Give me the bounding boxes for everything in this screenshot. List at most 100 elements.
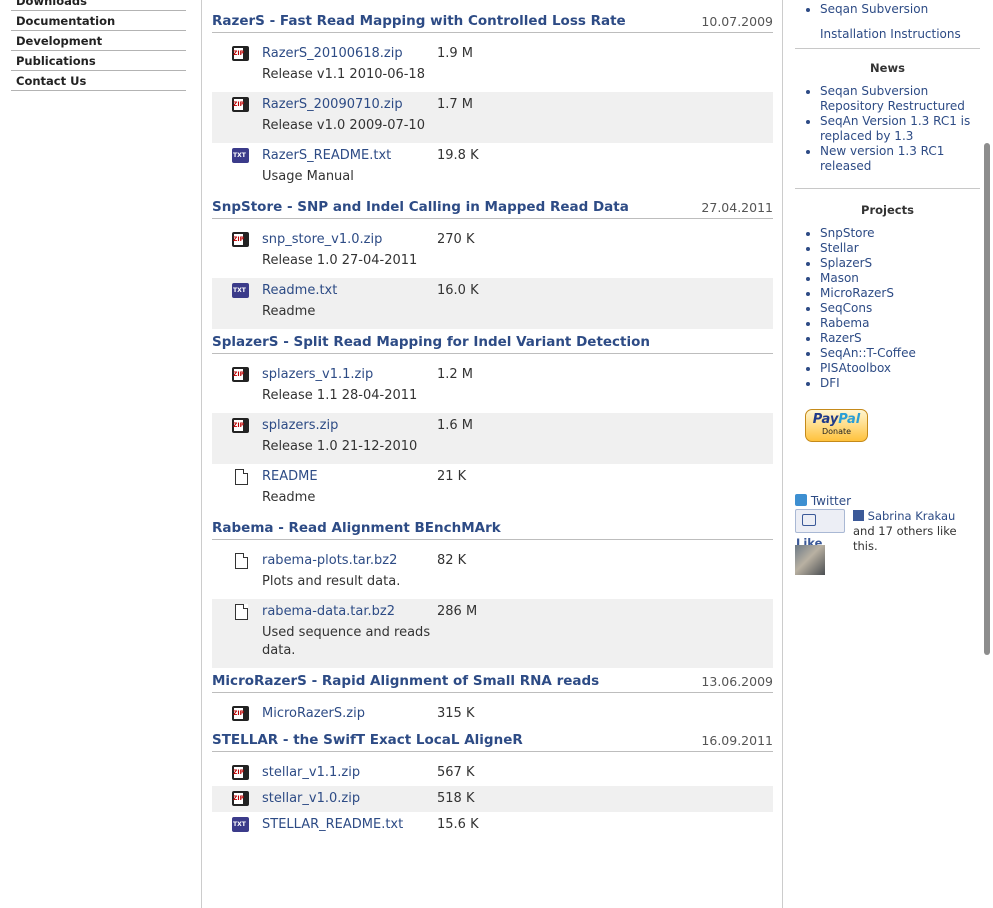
- file-download-link[interactable]: RazerS_20100618.zip: [262, 46, 403, 61]
- project-link-link[interactable]: SnpStore: [820, 226, 875, 240]
- project-link-4[interactable]: MicroRazerS: [820, 286, 980, 301]
- project-title[interactable]: MicroRazerS - Rapid Alignment of Small R…: [212, 673, 599, 689]
- file-size: 315 K: [437, 706, 475, 721]
- project-title[interactable]: SplazerS - Split Read Mapping for Indel …: [212, 334, 650, 350]
- file-size: 1.2 M: [437, 367, 474, 382]
- project-link-link[interactable]: DFI: [820, 376, 840, 390]
- sidebar-divider: [795, 48, 980, 49]
- like-button[interactable]: Like: [795, 509, 845, 550]
- project-link-link[interactable]: SplazerS: [820, 256, 872, 270]
- friend-avatar[interactable]: [795, 545, 825, 575]
- paypal-logo: PayPal: [812, 412, 861, 427]
- project-date: 13.06.2009: [701, 674, 773, 689]
- project-link-link[interactable]: RazerS: [820, 331, 862, 345]
- file-download-link[interactable]: Readme.txt: [262, 283, 337, 298]
- file-type-glyph: ZIP: [233, 795, 244, 802]
- project-section: STELLAR - the SwifT Exact LocaL AligneR 1…: [212, 731, 773, 838]
- nav-item-documentation[interactable]: Documentation: [11, 12, 186, 31]
- nav-item-contact-us[interactable]: Contact Us: [11, 72, 186, 91]
- file-size: 21 K: [437, 469, 467, 484]
- news-item-1[interactable]: SeqAn Version 1.3 RC1 is replaced by 1.3: [820, 114, 980, 144]
- right-column-divider: [782, 0, 783, 908]
- zip-icon: ZIP: [232, 97, 249, 112]
- zip-icon: ZIP: [232, 765, 249, 780]
- news-item-link[interactable]: New version 1.3 RC1 released: [820, 144, 944, 173]
- like-friend-link[interactable]: Sabrina Krakau: [868, 509, 956, 523]
- project-link-6[interactable]: Rabema: [820, 316, 980, 331]
- file-download-link[interactable]: RazerS_README.txt: [262, 148, 391, 163]
- file-download-link[interactable]: README: [262, 469, 318, 484]
- file-description: Usage Manual: [262, 169, 354, 184]
- file-size: 518 K: [437, 791, 475, 806]
- twitter-link[interactable]: Twitter: [795, 494, 851, 508]
- project-title[interactable]: Rabema - Read Alignment BEnchMArk: [212, 520, 501, 536]
- file-description: Release 1.0 21-12-2010: [262, 439, 418, 454]
- file-download-link[interactable]: splazers_v1.1.zip: [262, 367, 373, 382]
- file-description: Plots and result data.: [262, 574, 401, 589]
- file-download-link[interactable]: snp_store_v1.0.zip: [262, 232, 382, 247]
- nav-item-development[interactable]: Development: [11, 32, 186, 51]
- facebook-icon: [853, 510, 864, 521]
- news-item-2[interactable]: New version 1.3 RC1 released: [820, 144, 980, 174]
- file-size: 270 K: [437, 232, 475, 247]
- file-download-link[interactable]: rabema-data.tar.bz2: [262, 604, 395, 619]
- file-type-glyph: ZIP: [233, 422, 244, 429]
- nav-item-publications[interactable]: Publications: [11, 52, 186, 71]
- file-size: 1.6 M: [437, 418, 474, 433]
- file-download-link[interactable]: MicroRazerS.zip: [262, 706, 365, 721]
- project-link-link[interactable]: SeqAn::T-Coffee: [820, 346, 916, 360]
- project-link-link[interactable]: PISAtoolbox: [820, 361, 891, 375]
- project-link-3[interactable]: Mason: [820, 271, 980, 286]
- file-type-glyph: ZIP: [233, 236, 244, 243]
- news-list: Seqan Subversion Repository Restructured…: [795, 84, 980, 174]
- file-entry: ZIP stellar_v1.1.zip 567 K: [212, 760, 773, 786]
- thumbs-up-icon: [802, 514, 816, 526]
- project-link-link[interactable]: Mason: [820, 271, 859, 285]
- file-size: 1.9 M: [437, 46, 474, 61]
- project-link-1[interactable]: Stellar: [820, 241, 980, 256]
- project-link-10[interactable]: DFI: [820, 376, 980, 391]
- vertical-scrollbar-thumb[interactable]: [984, 143, 990, 655]
- nav-item-downloads[interactable]: Downloads: [11, 0, 186, 11]
- project-link-9[interactable]: PISAtoolbox: [820, 361, 980, 376]
- file-entry: README 21 K Readme: [212, 464, 773, 515]
- file-download-link[interactable]: rabema-plots.tar.bz2: [262, 553, 397, 568]
- sidebar-link-install[interactable]: Installation Instructions: [820, 27, 961, 41]
- file-description: Release 1.1 28-04-2011: [262, 388, 418, 403]
- downloads-list: RazerS - Fast Read Mapping with Controll…: [212, 12, 773, 842]
- project-title[interactable]: SnpStore - SNP and Indel Calling in Mapp…: [212, 199, 629, 215]
- left-column-divider: [201, 0, 202, 908]
- news-item-link[interactable]: Seqan Subversion Repository Restructured: [820, 84, 965, 113]
- news-item-0[interactable]: Seqan Subversion Repository Restructured: [820, 84, 980, 114]
- project-header: SplazerS - Split Read Mapping for Indel …: [212, 333, 773, 354]
- file-download-link[interactable]: STELLAR_README.txt: [262, 817, 403, 832]
- paypal-donate-button[interactable]: PayPal Donate: [805, 409, 868, 442]
- file-description: Readme: [262, 304, 316, 319]
- file-download-link[interactable]: splazers.zip: [262, 418, 338, 433]
- txt-icon: TXT: [232, 283, 249, 298]
- file-download-link[interactable]: stellar_v1.0.zip: [262, 791, 360, 806]
- project-title[interactable]: STELLAR - the SwifT Exact LocaL AligneR: [212, 732, 523, 748]
- project-link-link[interactable]: Rabema: [820, 316, 869, 330]
- project-link-5[interactable]: SeqCons: [820, 301, 980, 316]
- project-link-7[interactable]: RazerS: [820, 331, 980, 346]
- file-download-link[interactable]: RazerS_20090710.zip: [262, 97, 403, 112]
- project-link-0[interactable]: SnpStore: [820, 226, 980, 241]
- file-description: Release 1.0 27-04-2011: [262, 253, 418, 268]
- news-heading: News: [870, 61, 905, 75]
- zip-icon: ZIP: [232, 232, 249, 247]
- projects-heading: Projects: [861, 203, 914, 217]
- project-link-8[interactable]: SeqAn::T-Coffee: [820, 346, 980, 361]
- project-link-link[interactable]: MicroRazerS: [820, 286, 894, 300]
- project-link-2[interactable]: SplazerS: [820, 256, 980, 271]
- news-item-link[interactable]: SeqAn Version 1.3 RC1 is replaced by 1.3: [820, 114, 970, 143]
- project-link-link[interactable]: Stellar: [820, 241, 859, 255]
- file-entry: ZIP RazerS_20100618.zip 1.9 M Release v1.1 …: [212, 41, 773, 92]
- file-size: 1.7 M: [437, 97, 474, 112]
- project-link-link[interactable]: SeqCons: [820, 301, 872, 315]
- file-download-link[interactable]: stellar_v1.1.zip: [262, 765, 360, 780]
- file-size: 16.0 K: [437, 283, 479, 298]
- zip-icon: ZIP: [232, 367, 249, 382]
- project-title[interactable]: RazerS - Fast Read Mapping with Controll…: [212, 13, 626, 29]
- sidebar-link-subversion[interactable]: Seqan Subversion: [820, 2, 980, 17]
